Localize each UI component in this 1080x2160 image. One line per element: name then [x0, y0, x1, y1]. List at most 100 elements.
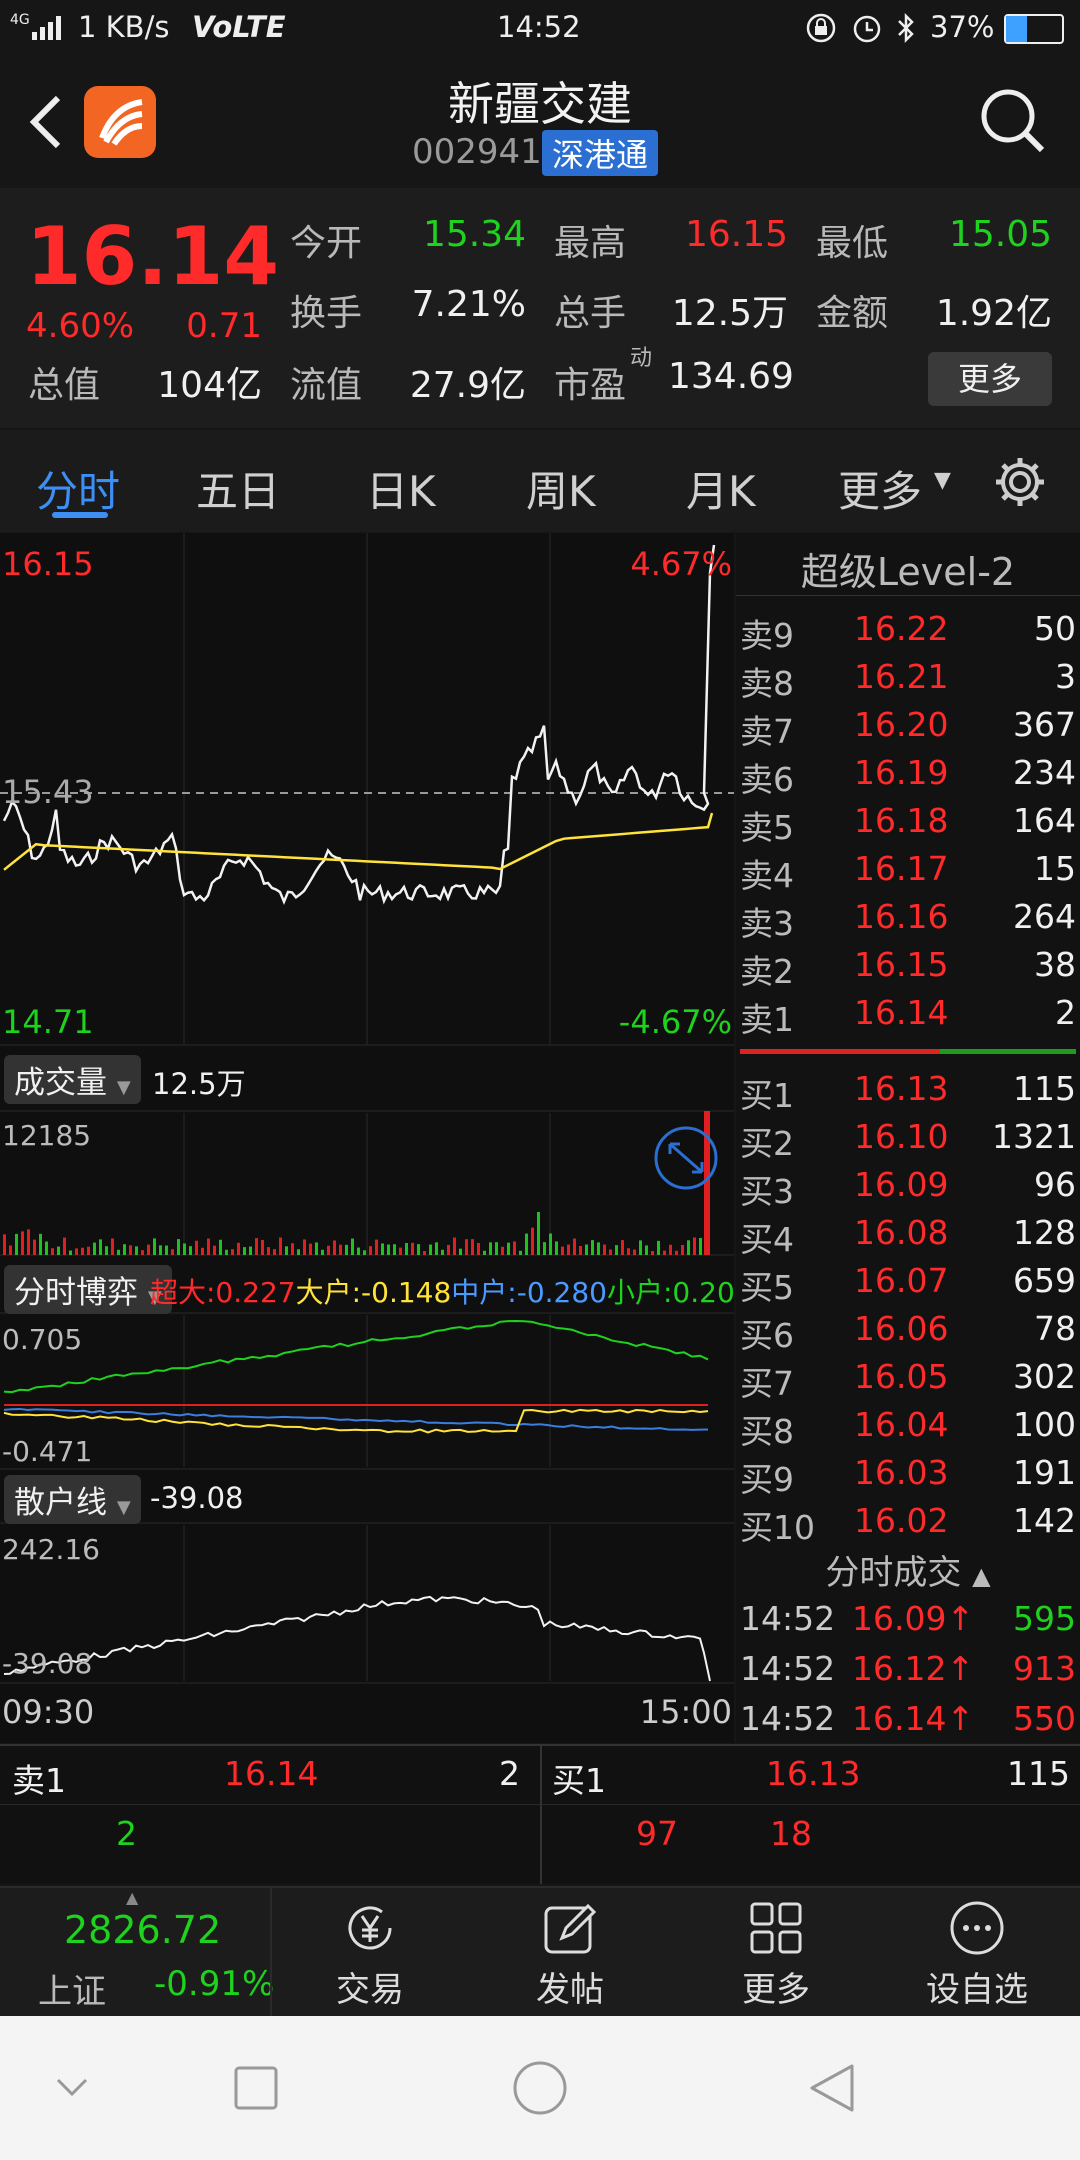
bid-level-label: 买9: [740, 1460, 794, 1499]
volume-bar: [351, 1238, 354, 1255]
volume-bar: [267, 1247, 270, 1255]
volume-bar: [273, 1249, 276, 1255]
nav-more[interactable]: 更多: [706, 1886, 846, 2016]
ask-volume: 38: [1034, 945, 1076, 984]
total-value-label: 总值: [28, 365, 101, 406]
connect-badge[interactable]: 深港通: [542, 130, 659, 176]
bid-row[interactable]: 买7 16.05 302: [736, 1357, 1080, 1405]
bid-row[interactable]: 买8 16.04 100: [736, 1405, 1080, 1453]
volume-bar: [51, 1248, 54, 1255]
retail-axis-min: -39.08: [2, 1647, 93, 1680]
volume-indicator-select[interactable]: 成交量 ▼: [4, 1055, 141, 1104]
volume-bar: [333, 1240, 336, 1255]
bid-volume: 659: [1013, 1261, 1076, 1300]
volume-bar: [45, 1241, 48, 1255]
bid-volume: 96: [1034, 1165, 1076, 1204]
ask-row[interactable]: 卖1 16.14 2: [736, 993, 1080, 1041]
ask-volume: 367: [1013, 705, 1076, 744]
trades-title[interactable]: 分时成交 ▲: [736, 1545, 1080, 1594]
divider: [736, 595, 1080, 596]
tab-daily-k[interactable]: 日K: [366, 458, 436, 519]
game-indicator-select[interactable]: 分时博弈 ▼: [4, 1265, 172, 1314]
current-price: 16.14: [26, 210, 280, 303]
ask-level-label: 卖5: [740, 808, 794, 847]
ask-row[interactable]: 卖3 16.16 264: [736, 897, 1080, 945]
volume-bar: [75, 1248, 78, 1255]
volume-bar: [531, 1227, 534, 1255]
tab-weekly-k[interactable]: 周K: [526, 458, 596, 519]
ask-row[interactable]: 卖9 16.22 50: [736, 609, 1080, 657]
index-change: -0.91%: [154, 1964, 275, 2004]
nav-post[interactable]: 发帖: [500, 1886, 640, 2016]
bid-row[interactable]: 买2 16.10 1321: [736, 1117, 1080, 1165]
retail-indicator-select[interactable]: 散户线 ▼: [4, 1475, 141, 1524]
bid-row[interactable]: 买4 16.08 128: [736, 1213, 1080, 1261]
volume-bar: [675, 1250, 678, 1255]
bid-level-label: 买6: [740, 1316, 794, 1355]
ask-row[interactable]: 卖5 16.18 164: [736, 801, 1080, 849]
bid-row[interactable]: 买10 16.02 142: [736, 1501, 1080, 1549]
change-percent: 4.60%: [26, 306, 135, 346]
search-icon[interactable]: [978, 86, 1048, 156]
ask-volume: 3: [1055, 657, 1076, 696]
volume-bar: [627, 1248, 630, 1255]
level2-title: 超级Level-2: [800, 550, 1016, 594]
volume-bar: [591, 1240, 594, 1255]
ask-row[interactable]: 卖2 16.15 38: [736, 945, 1080, 993]
ask-row[interactable]: 卖6 16.19 234: [736, 753, 1080, 801]
volume-bar: [249, 1246, 252, 1255]
tab-monthly-k[interactable]: 月K: [686, 458, 756, 519]
volume-bar: [231, 1249, 234, 1255]
bid-row[interactable]: 买3 16.09 96: [736, 1165, 1080, 1213]
bid-row[interactable]: 买9 16.03 191: [736, 1453, 1080, 1501]
volume-bar: [507, 1242, 510, 1255]
price-axis-high: 16.15: [2, 545, 94, 583]
bid-row[interactable]: 买6 16.06 78: [736, 1309, 1080, 1357]
chevron-down-icon[interactable]: [52, 2068, 92, 2108]
intraday-chart[interactable]: [0, 533, 734, 1743]
ask-level-label: 卖2: [740, 952, 794, 991]
volume-bar: [57, 1246, 60, 1255]
nav-trade-label: 交易: [336, 1970, 404, 2010]
volume-bar: [183, 1243, 186, 1255]
more-button[interactable]: 更多: [928, 352, 1052, 406]
bid-volume: 1321: [992, 1117, 1076, 1156]
volume-bar: [123, 1244, 126, 1255]
total-volume: 12.5万: [671, 293, 788, 334]
recents-icon[interactable]: [232, 2064, 280, 2112]
volume-bar: [453, 1237, 456, 1255]
index-name: 上证: [38, 1972, 106, 2012]
nav-add-watchlist[interactable]: 设自选: [902, 1886, 1052, 2016]
ask-row[interactable]: 卖7 16.20 367: [736, 705, 1080, 753]
volume-bar: [129, 1245, 132, 1255]
ask-row[interactable]: 卖8 16.21 3: [736, 657, 1080, 705]
volume-bar: [543, 1242, 546, 1255]
volume-bar: [603, 1244, 606, 1255]
tab-five-day[interactable]: 五日: [196, 458, 280, 519]
tab-more[interactable]: 更多: [838, 458, 922, 519]
bid-row[interactable]: 买5 16.07 659: [736, 1261, 1080, 1309]
volume-bar: [279, 1237, 282, 1255]
caret-up-icon: ▲: [126, 1888, 139, 1907]
volume-bar: [681, 1244, 684, 1255]
gear-icon[interactable]: [992, 454, 1048, 510]
bid-volume: 302: [1013, 1357, 1076, 1396]
volume-bar: [357, 1247, 360, 1255]
back-nav-icon[interactable]: [804, 2060, 860, 2116]
ask-row[interactable]: 卖4 16.17 15: [736, 849, 1080, 897]
buy1-label: 买1: [552, 1761, 606, 1800]
bid-row[interactable]: 买1 16.13 115: [736, 1069, 1080, 1117]
nav-trade[interactable]: 交易: [300, 1886, 440, 2016]
bid-level-label: 买2: [740, 1124, 794, 1163]
volume-bar: [561, 1246, 564, 1255]
home-icon[interactable]: [512, 2060, 568, 2116]
index-widget[interactable]: ▲ 2826.72 上证 -0.91%: [0, 1886, 274, 2016]
turnover-rate: 7.21%: [411, 284, 526, 325]
battery-percent: 37%: [930, 10, 995, 44]
ask-volume: 15: [1034, 849, 1076, 888]
change-amount: 0.71: [186, 306, 262, 346]
volume-bar: [27, 1229, 30, 1255]
tab-intraday[interactable]: 分时: [36, 458, 120, 519]
volume-bar: [111, 1238, 114, 1255]
bid-price: 16.08: [854, 1213, 949, 1252]
